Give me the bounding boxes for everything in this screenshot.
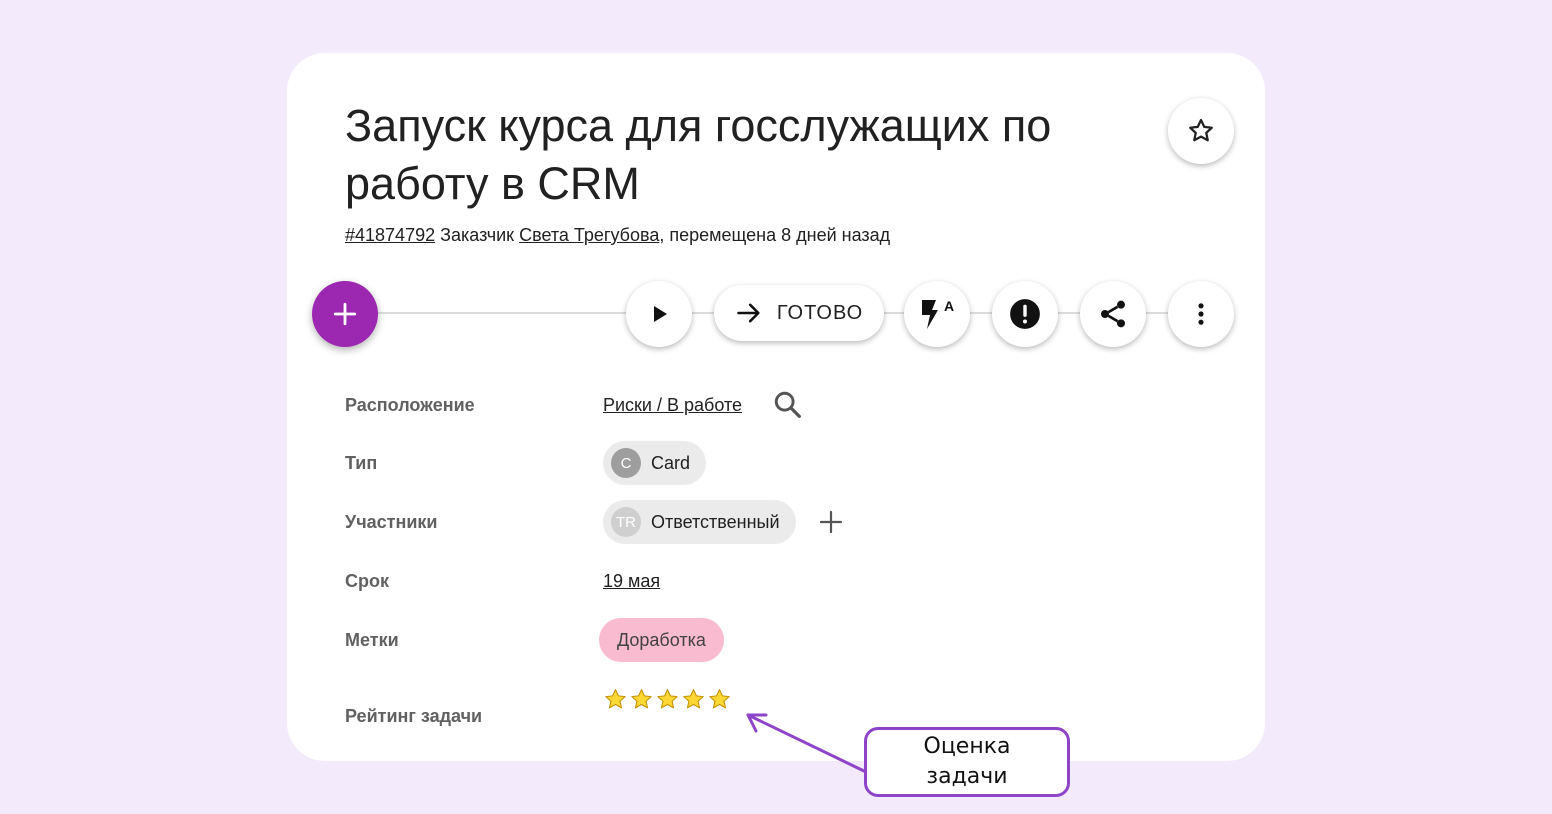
- share-icon: [1101, 300, 1125, 328]
- callout-arrow: [746, 713, 866, 773]
- flash-auto-icon: A: [922, 298, 954, 329]
- done-label: ГОТОВО: [776, 301, 864, 324]
- more-button[interactable]: [1168, 281, 1234, 347]
- alert-button[interactable]: [992, 281, 1058, 347]
- customer-prefix: Заказчик: [440, 225, 515, 245]
- alert-icon: [1010, 299, 1040, 329]
- plus-icon: [819, 510, 843, 534]
- type-avatar: C: [611, 448, 641, 478]
- participants-label: Участники: [345, 512, 438, 532]
- participant-avatar: TR: [611, 507, 641, 537]
- start-button[interactable]: [626, 281, 692, 347]
- automation-badge: A: [944, 298, 954, 314]
- callout-line-2: задачи: [926, 764, 1008, 789]
- task-title: Запуск курса для госслужащих по работу в…: [345, 100, 1052, 209]
- search-button[interactable]: [772, 389, 804, 426]
- customer-link[interactable]: Света Трегубова: [519, 225, 659, 245]
- search-icon: [774, 391, 801, 418]
- participant-chip[interactable]: TR Ответственный: [603, 500, 796, 544]
- task-meta: #41874792 Заказчик Света Трегубова, пере…: [345, 225, 890, 246]
- star-icon[interactable]: [603, 687, 628, 712]
- rating-label: Рейтинг задачи: [345, 706, 483, 726]
- type-value: Card: [651, 452, 691, 473]
- tags-label: Метки: [345, 630, 399, 650]
- task-card: Запуск курса для госслужащих по работу в…: [287, 53, 1265, 761]
- deadline-label: Срок: [345, 571, 389, 591]
- more-vert-icon: [1198, 303, 1204, 325]
- deadline-link[interactable]: 19 мая: [603, 571, 660, 592]
- tag-chip[interactable]: Доработка: [599, 618, 724, 662]
- task-id-link[interactable]: #41874792: [345, 225, 435, 245]
- favorite-button[interactable]: [1168, 98, 1234, 164]
- add-participant-button[interactable]: [819, 510, 843, 539]
- add-button[interactable]: [312, 281, 378, 347]
- type-chip[interactable]: C Card: [603, 441, 707, 485]
- star-icon[interactable]: [707, 687, 732, 712]
- star-icon[interactable]: [629, 687, 654, 712]
- callout-line-1: Оценка: [923, 734, 1011, 759]
- share-button[interactable]: [1080, 281, 1146, 347]
- location-label: Расположение: [345, 395, 475, 415]
- type-label: Тип: [345, 453, 378, 473]
- rating-stars[interactable]: [603, 687, 732, 712]
- location-link[interactable]: Риски / В работе: [603, 395, 742, 416]
- play-icon: [654, 306, 667, 322]
- star-icon[interactable]: [655, 687, 680, 712]
- automation-button[interactable]: A: [904, 281, 970, 347]
- arrow-right-icon: [737, 303, 760, 323]
- plus-icon: [333, 302, 357, 326]
- star-icon[interactable]: [681, 687, 706, 712]
- done-button[interactable]: ГОТОВО: [714, 285, 884, 341]
- rating-callout: Оценка задачи: [864, 727, 1070, 797]
- participant-value: Ответственный: [651, 511, 780, 532]
- star-outline-icon: [1189, 118, 1213, 142]
- moved-text: , перемещена 8 дней назад: [659, 225, 891, 245]
